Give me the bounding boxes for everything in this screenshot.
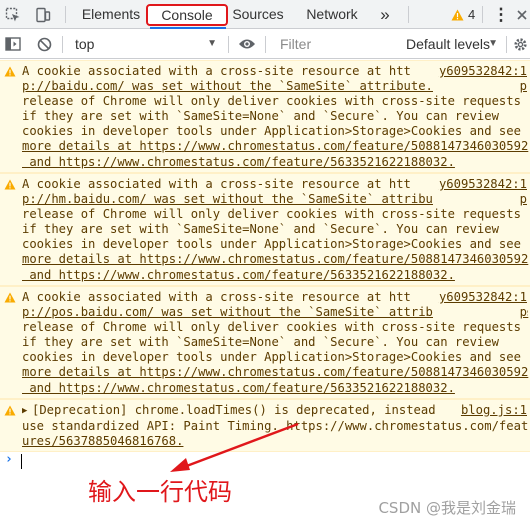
annotation-text: 输入一行代码: [88, 478, 232, 506]
csdn-watermark: CSDN @我是刘金瑞: [378, 499, 516, 517]
annotation-arrow: [170, 422, 299, 472]
